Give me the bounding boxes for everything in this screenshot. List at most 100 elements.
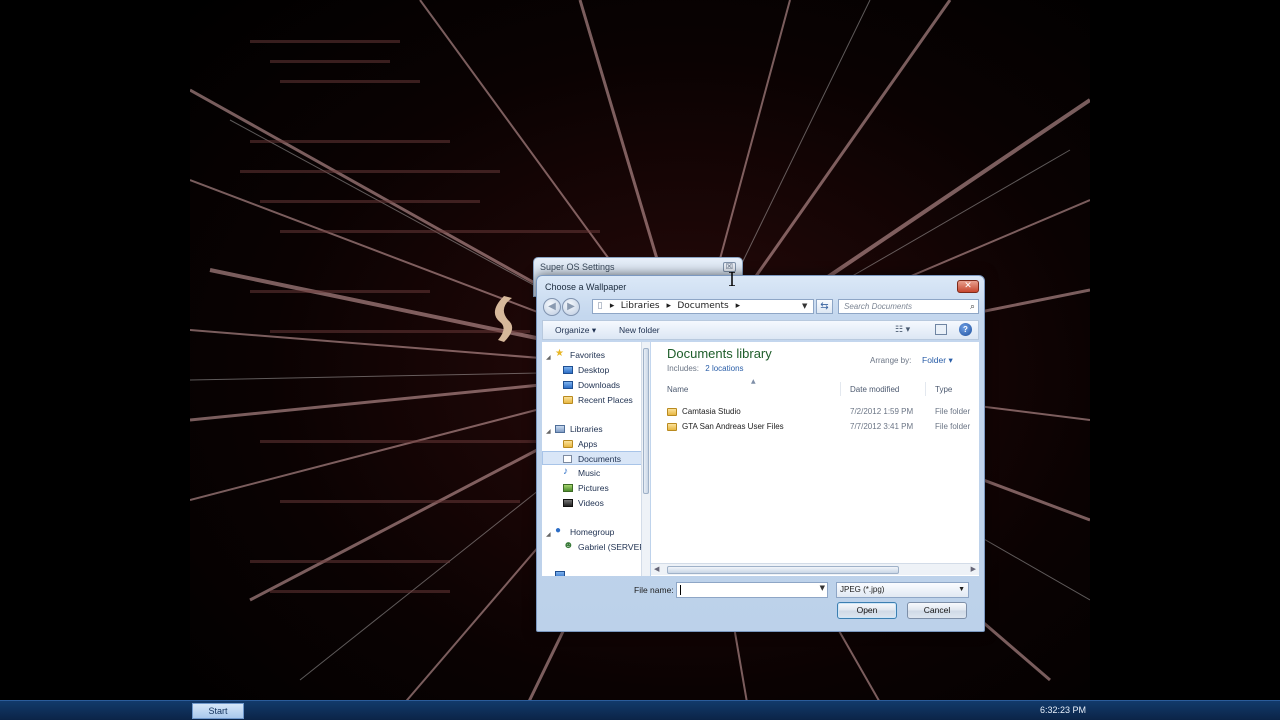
- forward-arrow-icon: ▶: [567, 301, 575, 312]
- folder-icon: ▯: [597, 301, 603, 311]
- pictures-icon: [563, 484, 573, 492]
- homegroup-icon: ●: [555, 525, 562, 536]
- sort-up-icon: ▲: [751, 378, 756, 385]
- file-type-select[interactable]: JPEG (*.jpg) ▼: [836, 582, 969, 598]
- includes-label: Includes:: [667, 364, 700, 373]
- nav-item-favorites[interactable]: ◢ ★ Favorites: [542, 348, 642, 362]
- search-placeholder: Search Documents: [844, 302, 913, 311]
- file-name-label: File name:: [634, 585, 674, 595]
- command-bar: Organize ▾ New folder ☷ ▾ ?: [542, 320, 979, 340]
- breadcrumb-libraries[interactable]: Libraries: [621, 300, 664, 313]
- search-input[interactable]: Search Documents ⌕: [838, 299, 979, 314]
- taskbar-clock: 6:32:23 PM: [1039, 705, 1086, 715]
- nav-item-downloads[interactable]: Downloads: [542, 378, 642, 392]
- star-icon: ★: [555, 348, 564, 359]
- dialog-close-button[interactable]: ✕: [957, 280, 979, 293]
- column-header-date-modified[interactable]: Date modified: [850, 385, 899, 394]
- wallpaper-logo-fragment: [494, 296, 513, 342]
- choose-wallpaper-dialog: Choose a Wallpaper ✕ ◀ ▶ ▯ ▸ Libraries ▸…: [536, 275, 985, 632]
- library-includes: Includes: 2 locations: [667, 364, 744, 373]
- recent-places-icon: [563, 396, 573, 404]
- file-row[interactable]: GTA San Andreas User Files 7/7/2012 3:41…: [667, 420, 979, 434]
- chevron-down-icon[interactable]: ▼: [820, 584, 825, 592]
- user-icon: ☻: [563, 540, 574, 551]
- nav-pane-scrollbar[interactable]: [641, 342, 650, 576]
- nav-item-user[interactable]: ☻ Gabriel (SERVER-: [542, 540, 642, 554]
- nav-pane-scroll-thumb[interactable]: [643, 348, 649, 494]
- chevron-down-icon: ▼: [958, 586, 965, 593]
- settings-close-button[interactable]: ☒: [723, 262, 736, 272]
- address-bar[interactable]: ▯ ▸ Libraries ▸ Documents ▸ ▼: [592, 299, 814, 314]
- file-name-input[interactable]: ▼: [676, 582, 828, 598]
- desktop-screen: Super OS Settings ☒ Choose a Wallpaper ✕…: [0, 0, 1280, 720]
- breadcrumb-separator-icon: ▸: [735, 301, 741, 311]
- nav-item-computer-partial[interactable]: [542, 568, 642, 576]
- start-button[interactable]: Start: [192, 703, 244, 719]
- column-header-type[interactable]: Type: [935, 385, 952, 394]
- videos-icon: [563, 499, 573, 507]
- library-locations-link[interactable]: 2 locations: [705, 364, 743, 373]
- text-caret: [680, 585, 681, 595]
- refresh-icon: ⇆: [820, 301, 829, 312]
- nav-item-videos[interactable]: Videos: [542, 496, 642, 510]
- nav-item-pictures[interactable]: Pictures: [542, 481, 642, 495]
- new-folder-button[interactable]: New folder: [619, 325, 660, 335]
- forward-button[interactable]: ▶: [562, 298, 580, 316]
- breadcrumb-separator-icon: ▸: [609, 301, 615, 311]
- nav-label: Downloads: [578, 380, 621, 390]
- refresh-button[interactable]: ⇆: [816, 299, 833, 314]
- nav-label: Videos: [578, 498, 604, 508]
- nav-label: Homegroup: [570, 527, 615, 537]
- nav-label: Recent Places: [578, 395, 633, 405]
- text-cursor-icon: [729, 272, 735, 286]
- file-type: File folder: [935, 422, 971, 431]
- documents-icon: [563, 455, 572, 463]
- navigation-pane: ◢ ★ Favorites Desktop Downloads Recent P…: [542, 342, 643, 576]
- address-dropdown-icon[interactable]: ▼: [802, 300, 812, 313]
- nav-label: Desktop: [578, 365, 610, 375]
- organize-button[interactable]: Organize ▾: [555, 325, 596, 336]
- nav-item-desktop[interactable]: Desktop: [542, 363, 642, 377]
- arrange-by-dropdown[interactable]: Folder ▾: [922, 355, 953, 366]
- back-button[interactable]: ◀: [543, 298, 561, 316]
- folder-icon: [563, 440, 573, 448]
- horizontal-scroll-thumb[interactable]: [667, 566, 899, 574]
- nav-item-documents[interactable]: Documents: [542, 451, 642, 465]
- nav-label: Music: [578, 468, 601, 478]
- file-row[interactable]: Camtasia Studio 7/2/2012 1:59 PM File fo…: [667, 405, 979, 419]
- open-button[interactable]: Open: [837, 602, 897, 619]
- nav-label: Favorites: [570, 350, 605, 360]
- folder-icon: [667, 408, 677, 416]
- breadcrumb-documents[interactable]: Documents: [677, 300, 732, 313]
- desktop-icon: [563, 366, 573, 374]
- nav-item-music[interactable]: ♪ Music: [542, 466, 642, 480]
- taskbar: Start 6:32:23 PM: [0, 700, 1280, 720]
- cancel-button[interactable]: Cancel: [907, 602, 967, 619]
- preview-pane-button[interactable]: [935, 324, 947, 335]
- scroll-left-icon[interactable]: ◀: [654, 565, 659, 573]
- nav-item-homegroup[interactable]: ◢ ● Homegroup: [542, 525, 642, 539]
- column-divider: [840, 382, 841, 396]
- column-header-name[interactable]: Name: [667, 385, 688, 394]
- file-list-horizontal-scrollbar[interactable]: ◀ ▶: [651, 563, 979, 575]
- nav-item-recent-places[interactable]: Recent Places: [542, 393, 642, 407]
- computer-icon: [555, 571, 565, 576]
- nav-label: Gabriel (SERVER-: [578, 542, 643, 552]
- back-arrow-icon: ◀: [548, 301, 556, 312]
- downloads-icon: [563, 381, 573, 389]
- nav-label: Libraries: [570, 424, 603, 434]
- file-type: File folder: [935, 407, 971, 416]
- nav-item-libraries[interactable]: ◢ Libraries: [542, 422, 642, 436]
- column-divider: [925, 382, 926, 396]
- file-name: Camtasia Studio: [682, 407, 741, 416]
- dialog-title: Choose a Wallpaper: [545, 282, 627, 292]
- scroll-right-icon[interactable]: ▶: [971, 565, 976, 573]
- nav-label: Documents: [578, 454, 621, 464]
- library-title: Documents library: [667, 346, 772, 361]
- arrange-by-label: Arrange by:: [870, 356, 912, 365]
- nav-item-apps[interactable]: Apps: [542, 437, 642, 451]
- help-button[interactable]: ?: [959, 323, 972, 336]
- nav-label: Apps: [578, 439, 598, 449]
- libraries-icon: [555, 425, 565, 433]
- change-view-button[interactable]: ☷ ▾: [895, 324, 910, 335]
